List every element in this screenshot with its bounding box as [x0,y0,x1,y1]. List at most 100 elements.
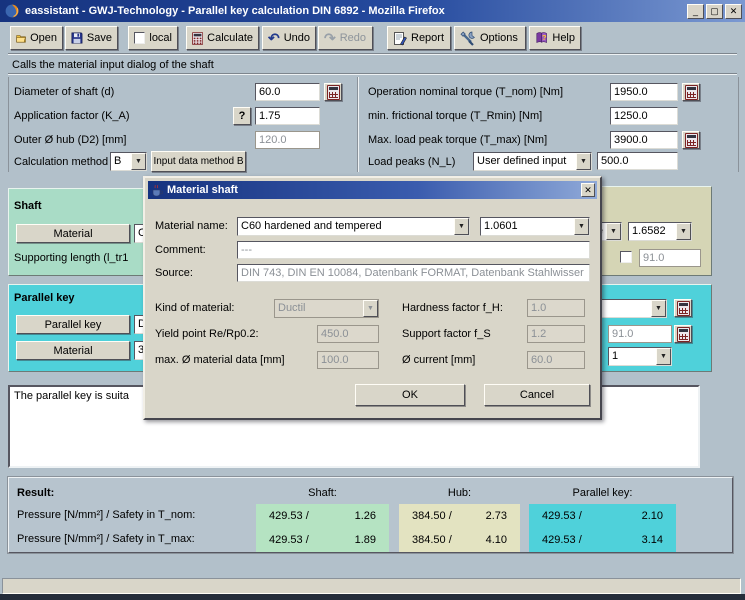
options-button[interactable]: Options [454,26,526,50]
chevron-down-icon[interactable]: ▼ [656,348,671,365]
chevron-down-icon[interactable]: ▼ [131,153,146,170]
parallel-key-button[interactable]: Parallel key [16,315,130,334]
redo-arrow-icon: ↷ [324,32,336,44]
material-shaft-dialog: Material shaft ✕ Material name: C60 hard… [143,176,602,420]
calculator-icon [192,31,203,46]
frictional-torque-label: min. frictional torque (T_Rmin) [Nm] [368,110,542,122]
result-title: Result: [17,487,54,499]
nominal-torque-label: Operation nominal torque (T_nom) [Nm] [368,86,563,98]
result-col-shaft: Shaft: [256,487,389,499]
options-tools-icon [460,31,476,46]
diameter-label: Diameter of shaft (d) [14,86,114,98]
yield-point-input: 450.0 [317,325,379,343]
parallel-key-section-title: Parallel key [14,292,75,304]
calculator-mini-icon [677,301,690,316]
calculate-button[interactable]: Calculate [186,26,259,50]
result-row-label: Pressure [N/mm²] / Safety in T_max: [17,533,195,545]
calculation-method-select[interactable]: B ▼ [110,152,147,171]
supporting-length-label: Supporting length (l_tr1 [14,252,128,264]
outer-hub-input: 120.0 [255,131,320,149]
application-factor-label: Application factor (K_A) [14,110,130,122]
window-title: eassistant - GWJ-Technology - Parallel k… [25,5,445,17]
current-diameter-label: Ø current [mm] [402,354,475,366]
diameter-calculator-button[interactable] [324,83,342,101]
hint-separator [8,73,737,75]
result-cell: 429.53 /1.89 [256,528,389,552]
result-cell: 384.50 /4.10 [399,528,520,552]
parallel-key-length-input: 91.0 [608,325,672,343]
support-factor-label: Support factor f_S [402,328,491,340]
calculation-method-label: Calculation method [14,156,108,168]
undo-button[interactable]: ↶ Undo [262,26,316,50]
material-name-select[interactable]: C60 hardened and tempered ▼ [237,217,470,236]
nominal-torque-calculator-button[interactable] [682,83,700,101]
chevron-down-icon[interactable]: ▼ [454,218,469,235]
report-button[interactable]: Report [387,26,451,50]
hub-checkbox[interactable] [620,251,632,263]
local-label: local [149,32,172,44]
peak-torque-input[interactable]: 3900.0 [610,131,678,149]
shaft-section-title: Shaft [14,200,42,212]
application-factor-input[interactable]: 1.75 [255,107,320,125]
hardness-factor-input: 1.0 [527,299,585,317]
ok-button[interactable]: OK [355,384,465,406]
form-divider [357,77,359,172]
svg-text:?: ? [542,33,547,42]
chevron-down-icon[interactable]: ▼ [651,300,666,317]
material-number-select[interactable]: 1.0601 ▼ [480,217,590,236]
open-button[interactable]: Open [10,26,63,50]
hub-material-number-select[interactable]: 1.6582 ▼ [628,222,692,241]
peak-torque-calculator-button[interactable] [682,131,700,149]
calculator-mini-icon [685,133,698,148]
load-peaks-select[interactable]: User defined input ▼ [473,152,592,171]
input-data-method-button[interactable]: Input data method B [151,151,246,172]
comment-input: --- [237,241,590,259]
close-button[interactable]: ✕ [725,4,742,19]
diameter-input[interactable]: 60.0 [255,83,320,101]
chevron-down-icon[interactable]: ▼ [574,218,589,235]
hardness-factor-label: Hardness factor f_H: [402,302,503,314]
minimize-button[interactable]: _ [687,4,704,19]
parallel-key-material-button[interactable]: Material [16,341,130,360]
result-cell: 384.50 /2.73 [399,504,520,528]
application-factor-help-button[interactable]: ? [233,107,251,125]
calculator-mini-icon [677,327,690,342]
chevron-down-icon: ▼ [363,300,378,317]
toolbar-separator [8,53,737,55]
parallel-key-length-calculator-button[interactable] [674,325,692,343]
help-button[interactable]: ? Help [529,26,581,50]
local-checkbox[interactable] [134,32,145,44]
source-input: DIN 743, DIN EN 10084, Datenbank FORMAT,… [237,264,590,282]
nominal-torque-input[interactable]: 1950.0 [610,83,678,101]
frictional-torque-input[interactable]: 1250.0 [610,107,678,125]
redo-button: ↷ Redo [318,26,373,50]
chevron-down-icon[interactable]: ▼ [676,223,691,240]
kind-of-material-select: Ductil ▼ [274,299,379,318]
save-button[interactable]: Save [65,26,118,50]
load-peaks-label: Load peaks (N_L) [368,156,455,168]
yield-point-label: Yield point Re/Rp0.2: [155,328,259,340]
maximize-button[interactable]: ▢ [706,4,723,19]
local-checkbox-group[interactable]: local [128,26,178,50]
dialog-close-button[interactable]: ✕ [581,183,595,197]
chevron-down-icon[interactable]: ▼ [576,153,591,170]
parallel-key-calculator-button[interactable] [674,299,692,317]
cancel-button[interactable]: Cancel [484,384,590,406]
application-window: eassistant - GWJ-Technology - Parallel k… [0,0,745,600]
calculator-mini-icon [327,85,340,100]
result-cell: 429.53 /3.14 [529,528,676,552]
chevron-down-icon[interactable]: ▼ [606,223,621,240]
parallel-key-count-select[interactable]: 1 ▼ [608,347,672,366]
status-bar [2,578,741,594]
hint-text: Calls the material input dialog of the s… [12,59,214,71]
peak-torque-label: Max. load peak torque (T_max) [Nm] [368,134,547,146]
shaft-material-button[interactable]: Material [16,224,130,243]
max-diameter-input: 100.0 [317,351,379,369]
calculator-mini-icon [685,85,698,100]
load-peaks-input[interactable]: 500.0 [597,152,678,170]
result-cell: 429.53 /2.10 [529,504,676,528]
material-name-label: Material name: [155,220,228,232]
toolbar: Open Save local Calculate ↶ Undo ↷ Redo … [0,22,745,54]
undo-arrow-icon: ↶ [268,32,280,44]
dialog-titlebar[interactable]: Material shaft [148,181,597,199]
